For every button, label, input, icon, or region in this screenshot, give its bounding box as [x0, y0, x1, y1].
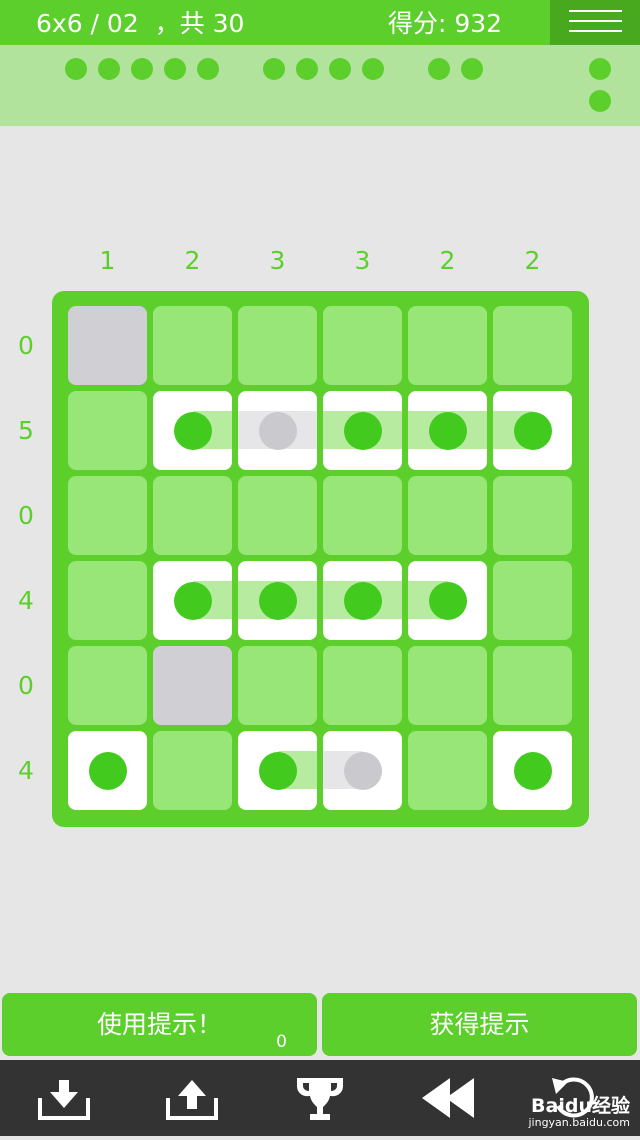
- fleet-segment: [263, 58, 285, 80]
- grid-cell-ship-faded[interactable]: [238, 391, 317, 470]
- ship-marker: [174, 582, 212, 620]
- trophy-icon: [297, 1078, 343, 1120]
- row-clue: 0: [18, 670, 34, 700]
- ship-marker: [514, 752, 552, 790]
- grid-cell-water[interactable]: [493, 646, 572, 725]
- ship-marker: [259, 412, 297, 450]
- fleet-segment: [329, 58, 351, 80]
- grid-cell-water[interactable]: [68, 561, 147, 640]
- grid-cell-water[interactable]: [408, 306, 487, 385]
- use-hint-button[interactable]: 使用提示！ 0: [2, 993, 317, 1056]
- grid-cell-water[interactable]: [408, 731, 487, 810]
- grid-cell-ship[interactable]: [323, 561, 402, 640]
- grid-cell-water[interactable]: [68, 391, 147, 470]
- ship-marker: [259, 582, 297, 620]
- ship-marker: [514, 412, 552, 450]
- rewind-icon: [422, 1078, 474, 1118]
- menu-button[interactable]: [550, 0, 640, 45]
- grid-cell-ship[interactable]: [238, 561, 317, 640]
- column-clue: 2: [439, 246, 456, 275]
- row-clue: 5: [18, 415, 34, 445]
- get-hint-button[interactable]: 获得提示: [322, 993, 637, 1056]
- ship-marker: [429, 412, 467, 450]
- row-clue: 4: [18, 585, 34, 615]
- load-button[interactable]: [164, 1060, 220, 1136]
- level-indicator: 6x6 / 02 ，共 30: [36, 9, 245, 38]
- grid-cell-water[interactable]: [238, 476, 317, 555]
- fleet-segment: [362, 58, 384, 80]
- hint-count-badge: 0: [276, 1032, 287, 1052]
- grid-cell-water[interactable]: [323, 306, 402, 385]
- grid-cell-water[interactable]: [323, 476, 402, 555]
- grid-cell-water[interactable]: [153, 476, 232, 555]
- fleet-segment: [589, 90, 611, 112]
- ship-marker: [89, 752, 127, 790]
- get-hint-label: 获得提示: [429, 1010, 530, 1039]
- top-bar: 6x6 / 02 ，共 30 得分: 932: [0, 0, 640, 45]
- fleet-segment: [461, 58, 483, 80]
- grid-cell-ship[interactable]: [323, 391, 402, 470]
- ship-marker: [174, 412, 212, 450]
- download-icon: [38, 1080, 90, 1120]
- column-clue: 2: [184, 246, 201, 275]
- grid-cell-water[interactable]: [493, 476, 572, 555]
- grid-cell-ship[interactable]: [408, 391, 487, 470]
- bottom-toolbar: Baidu经验 jingyan.baidu.com: [0, 1060, 640, 1136]
- ship-marker: [429, 582, 467, 620]
- fleet-panel: [0, 45, 640, 126]
- upload-icon: [166, 1080, 218, 1120]
- grid-cell-empty[interactable]: [153, 646, 232, 725]
- watermark-brand: Baidu经验: [531, 1095, 630, 1117]
- grid-cell-ship-faded[interactable]: [323, 731, 402, 810]
- grid-cell-water[interactable]: [493, 306, 572, 385]
- grid-cell-ship[interactable]: [153, 561, 232, 640]
- grid-cell-ship[interactable]: [408, 561, 487, 640]
- grid-cell-water[interactable]: [238, 306, 317, 385]
- ship-marker: [344, 582, 382, 620]
- grid-cell-water[interactable]: [408, 646, 487, 725]
- grid-cell-water[interactable]: [68, 646, 147, 725]
- fleet-segment: [131, 58, 153, 80]
- fleet-segment: [197, 58, 219, 80]
- fleet-segment: [164, 58, 186, 80]
- grid-cell-water[interactable]: [238, 646, 317, 725]
- column-clue: 1: [99, 246, 116, 275]
- grid-cell-water[interactable]: [68, 476, 147, 555]
- grid-cell-water[interactable]: [323, 646, 402, 725]
- watermark-url: jingyan.baidu.com: [528, 1116, 630, 1129]
- grid-cell-water[interactable]: [153, 306, 232, 385]
- leaderboard-button[interactable]: [294, 1060, 346, 1136]
- baidu-watermark: Baidu经验 jingyan.baidu.com: [528, 1096, 630, 1130]
- grid-cell-ship[interactable]: [153, 391, 232, 470]
- row-clue: 0: [18, 330, 34, 360]
- rewind-button[interactable]: [420, 1060, 476, 1136]
- grid-cell-ship[interactable]: [493, 391, 572, 470]
- row-clue: 0: [18, 500, 34, 530]
- row-clue: 4: [18, 755, 34, 785]
- ship-marker: [344, 412, 382, 450]
- grid-cell-ship[interactable]: [493, 731, 572, 810]
- grid-cell-water[interactable]: [153, 731, 232, 810]
- game-board: [52, 291, 589, 827]
- column-clue: 3: [269, 246, 286, 275]
- fleet-segment: [296, 58, 318, 80]
- save-button[interactable]: [36, 1060, 92, 1136]
- ship-marker: [344, 752, 382, 790]
- ship-marker: [259, 752, 297, 790]
- column-clue: 2: [524, 246, 541, 275]
- grid-cell-water[interactable]: [408, 476, 487, 555]
- score-display: 得分: 932: [388, 9, 503, 38]
- fleet-segment: [589, 58, 611, 80]
- fleet-segment: [428, 58, 450, 80]
- grid-cell-water[interactable]: [493, 561, 572, 640]
- column-clue: 3: [354, 246, 371, 275]
- grid-cell-empty[interactable]: [68, 306, 147, 385]
- fleet-segment: [98, 58, 120, 80]
- fleet-segment: [65, 58, 87, 80]
- grid-cell-ship[interactable]: [238, 731, 317, 810]
- grid-cell-ship[interactable]: [68, 731, 147, 810]
- use-hint-label: 使用提示！: [96, 1010, 222, 1039]
